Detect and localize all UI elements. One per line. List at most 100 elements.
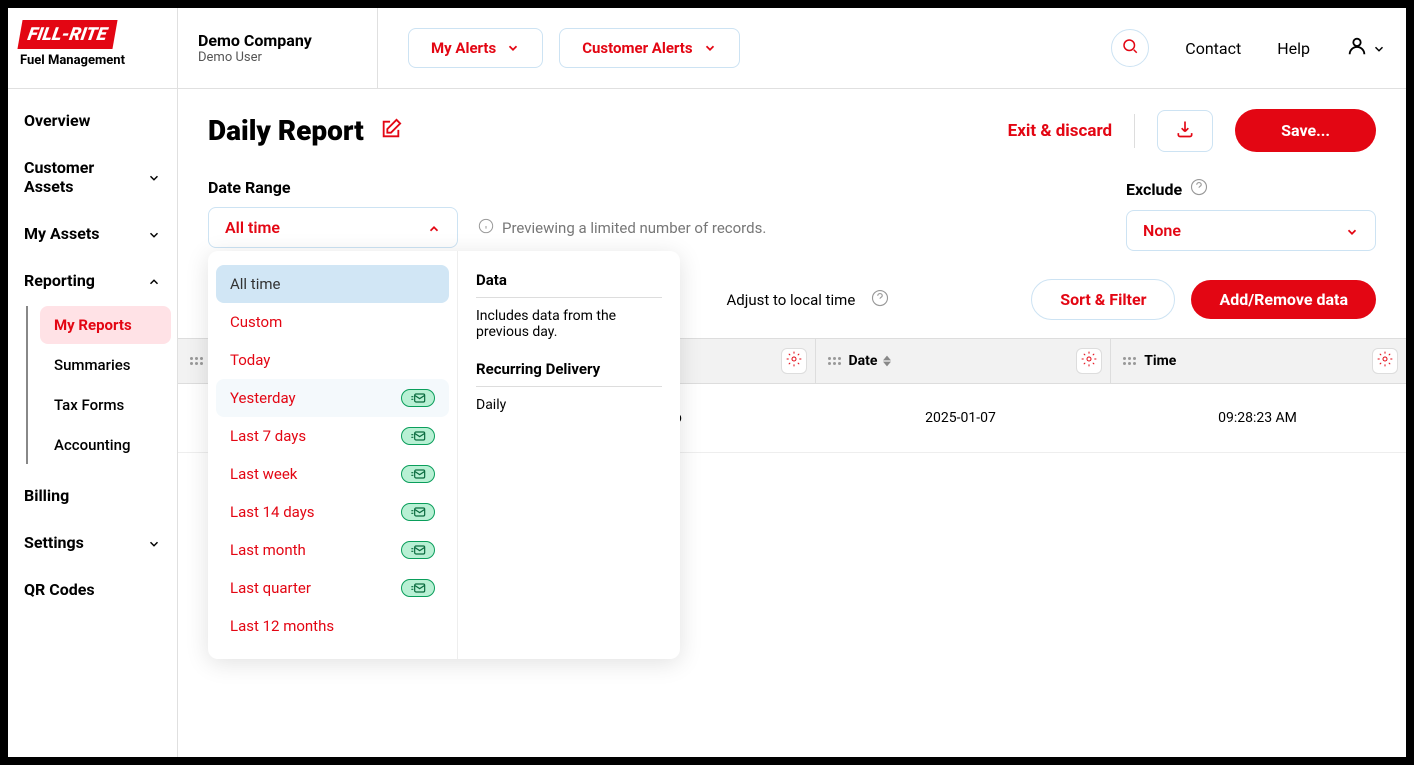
nav-billing[interactable]: Billing [8,472,177,519]
help-link[interactable]: Help [1277,39,1310,58]
option-label: Last week [230,465,297,483]
date-range-option[interactable]: Last month [216,531,449,569]
divider [1134,114,1135,148]
option-label: Last month [230,541,306,559]
col-date-label: Date [849,353,878,369]
nav-reporting-label: Reporting [24,271,95,290]
date-range-option[interactable]: Last 12 months [216,607,449,645]
preview-note-text: Previewing a limited number of records. [502,219,766,237]
table-col-time[interactable]: Time [1111,339,1406,383]
help-icon[interactable] [1190,178,1208,200]
nav-reporting[interactable]: Reporting [8,257,177,304]
my-alerts-button[interactable]: My Alerts [408,28,543,68]
mail-badge-icon [401,465,435,483]
date-range-option[interactable]: All time [216,265,449,303]
option-label: Custom [230,313,282,331]
grip-icon [190,357,203,365]
table-col-date[interactable]: Date [816,339,1112,383]
nav-overview[interactable]: Overview [8,97,177,144]
nav-qr-codes-label: QR Codes [24,580,95,599]
nav-my-assets-label: My Assets [24,224,100,243]
option-label: Last 12 months [230,617,334,635]
exclude-label: Exclude [1126,180,1182,199]
search-icon [1121,37,1139,59]
gear-icon [1081,351,1097,371]
download-icon [1175,119,1195,143]
nav-summaries-label: Summaries [54,356,131,374]
nav-settings[interactable]: Settings [8,519,177,566]
date-range-label: Date Range [208,178,458,197]
date-range-dropdown[interactable]: All time [208,207,458,248]
nav-accounting[interactable]: Accounting [40,426,171,464]
nav-qr-codes[interactable]: QR Codes [8,566,177,613]
exclude-dropdown[interactable]: None [1126,210,1376,251]
mail-badge-icon [401,389,435,407]
grip-icon [1123,357,1136,365]
date-range-option[interactable]: Today [216,341,449,379]
chevron-down-icon [1345,224,1359,238]
user-icon [1346,35,1368,61]
chevron-up-icon [147,274,161,288]
column-settings-button[interactable] [1076,348,1102,374]
adjust-local-label: Adjust to local time [727,291,856,309]
date-range-option[interactable]: Last 7 days [216,417,449,455]
download-button[interactable] [1157,110,1213,152]
nav-my-assets[interactable]: My Assets [8,210,177,257]
save-button[interactable]: Save... [1235,109,1376,152]
date-range-value: All time [225,218,280,237]
column-settings-button[interactable] [1372,348,1398,374]
grip-icon [828,357,841,365]
popover-data-title: Data [476,271,662,298]
nav-settings-label: Settings [24,533,84,552]
logo-subtitle: Fuel Management [20,53,165,68]
info-icon [478,218,494,238]
chevron-down-icon [506,41,520,55]
mail-badge-icon [401,503,435,521]
customer-alerts-button[interactable]: Customer Alerts [559,28,739,68]
sort-filter-button[interactable]: Sort & Filter [1031,279,1175,320]
chevron-down-icon [147,536,161,550]
customer-alerts-label: Customer Alerts [582,39,692,57]
popover-recurring-title: Recurring Delivery [476,360,662,387]
cell-date: 2025-01-07 [812,384,1109,452]
sort-icon [883,355,891,367]
option-label: Last 14 days [230,503,315,521]
option-label: Yesterday [230,389,296,407]
company-name: Demo Company [198,31,365,50]
help-icon[interactable] [871,289,889,311]
nav-overview-label: Overview [24,111,90,130]
option-label: Last quarter [230,579,311,597]
exit-discard-link[interactable]: Exit & discard [1008,121,1113,141]
date-range-option[interactable]: Yesterday [216,379,449,417]
logo-brand: FILL-RITE [17,20,117,49]
mail-badge-icon [401,541,435,559]
chevron-down-icon [147,170,161,184]
exclude-value: None [1143,221,1181,240]
popover-data-text: Includes data from the previous day. [476,308,662,340]
mail-badge-icon [401,579,435,597]
add-remove-data-button[interactable]: Add/Remove data [1191,280,1376,319]
date-range-option[interactable]: Last 14 days [216,493,449,531]
company-info: Demo Company Demo User [198,8,378,88]
chevron-up-icon [427,221,441,235]
popover-recurring-text: Daily [476,397,662,413]
date-range-option[interactable]: Last quarter [216,569,449,607]
my-alerts-label: My Alerts [431,39,496,57]
company-user: Demo User [198,50,365,65]
date-range-option[interactable]: Custom [216,303,449,341]
preview-note: Previewing a limited number of records. [478,218,766,238]
user-menu[interactable] [1346,35,1386,61]
date-range-option[interactable]: Last week [216,455,449,493]
edit-title-button[interactable] [380,118,402,144]
nav-customer-assets[interactable]: Customer Assets [8,144,177,210]
mail-badge-icon [401,427,435,445]
column-settings-button[interactable] [781,348,807,374]
search-button[interactable] [1111,29,1149,67]
page-title: Daily Report [208,114,364,147]
nav-tax-forms[interactable]: Tax Forms [40,386,171,424]
contact-link[interactable]: Contact [1185,39,1241,58]
cell-time: 09:28:23 AM [1109,384,1406,452]
nav-billing-label: Billing [24,486,69,505]
nav-my-reports[interactable]: My Reports [40,306,171,344]
nav-summaries[interactable]: Summaries [40,346,171,384]
